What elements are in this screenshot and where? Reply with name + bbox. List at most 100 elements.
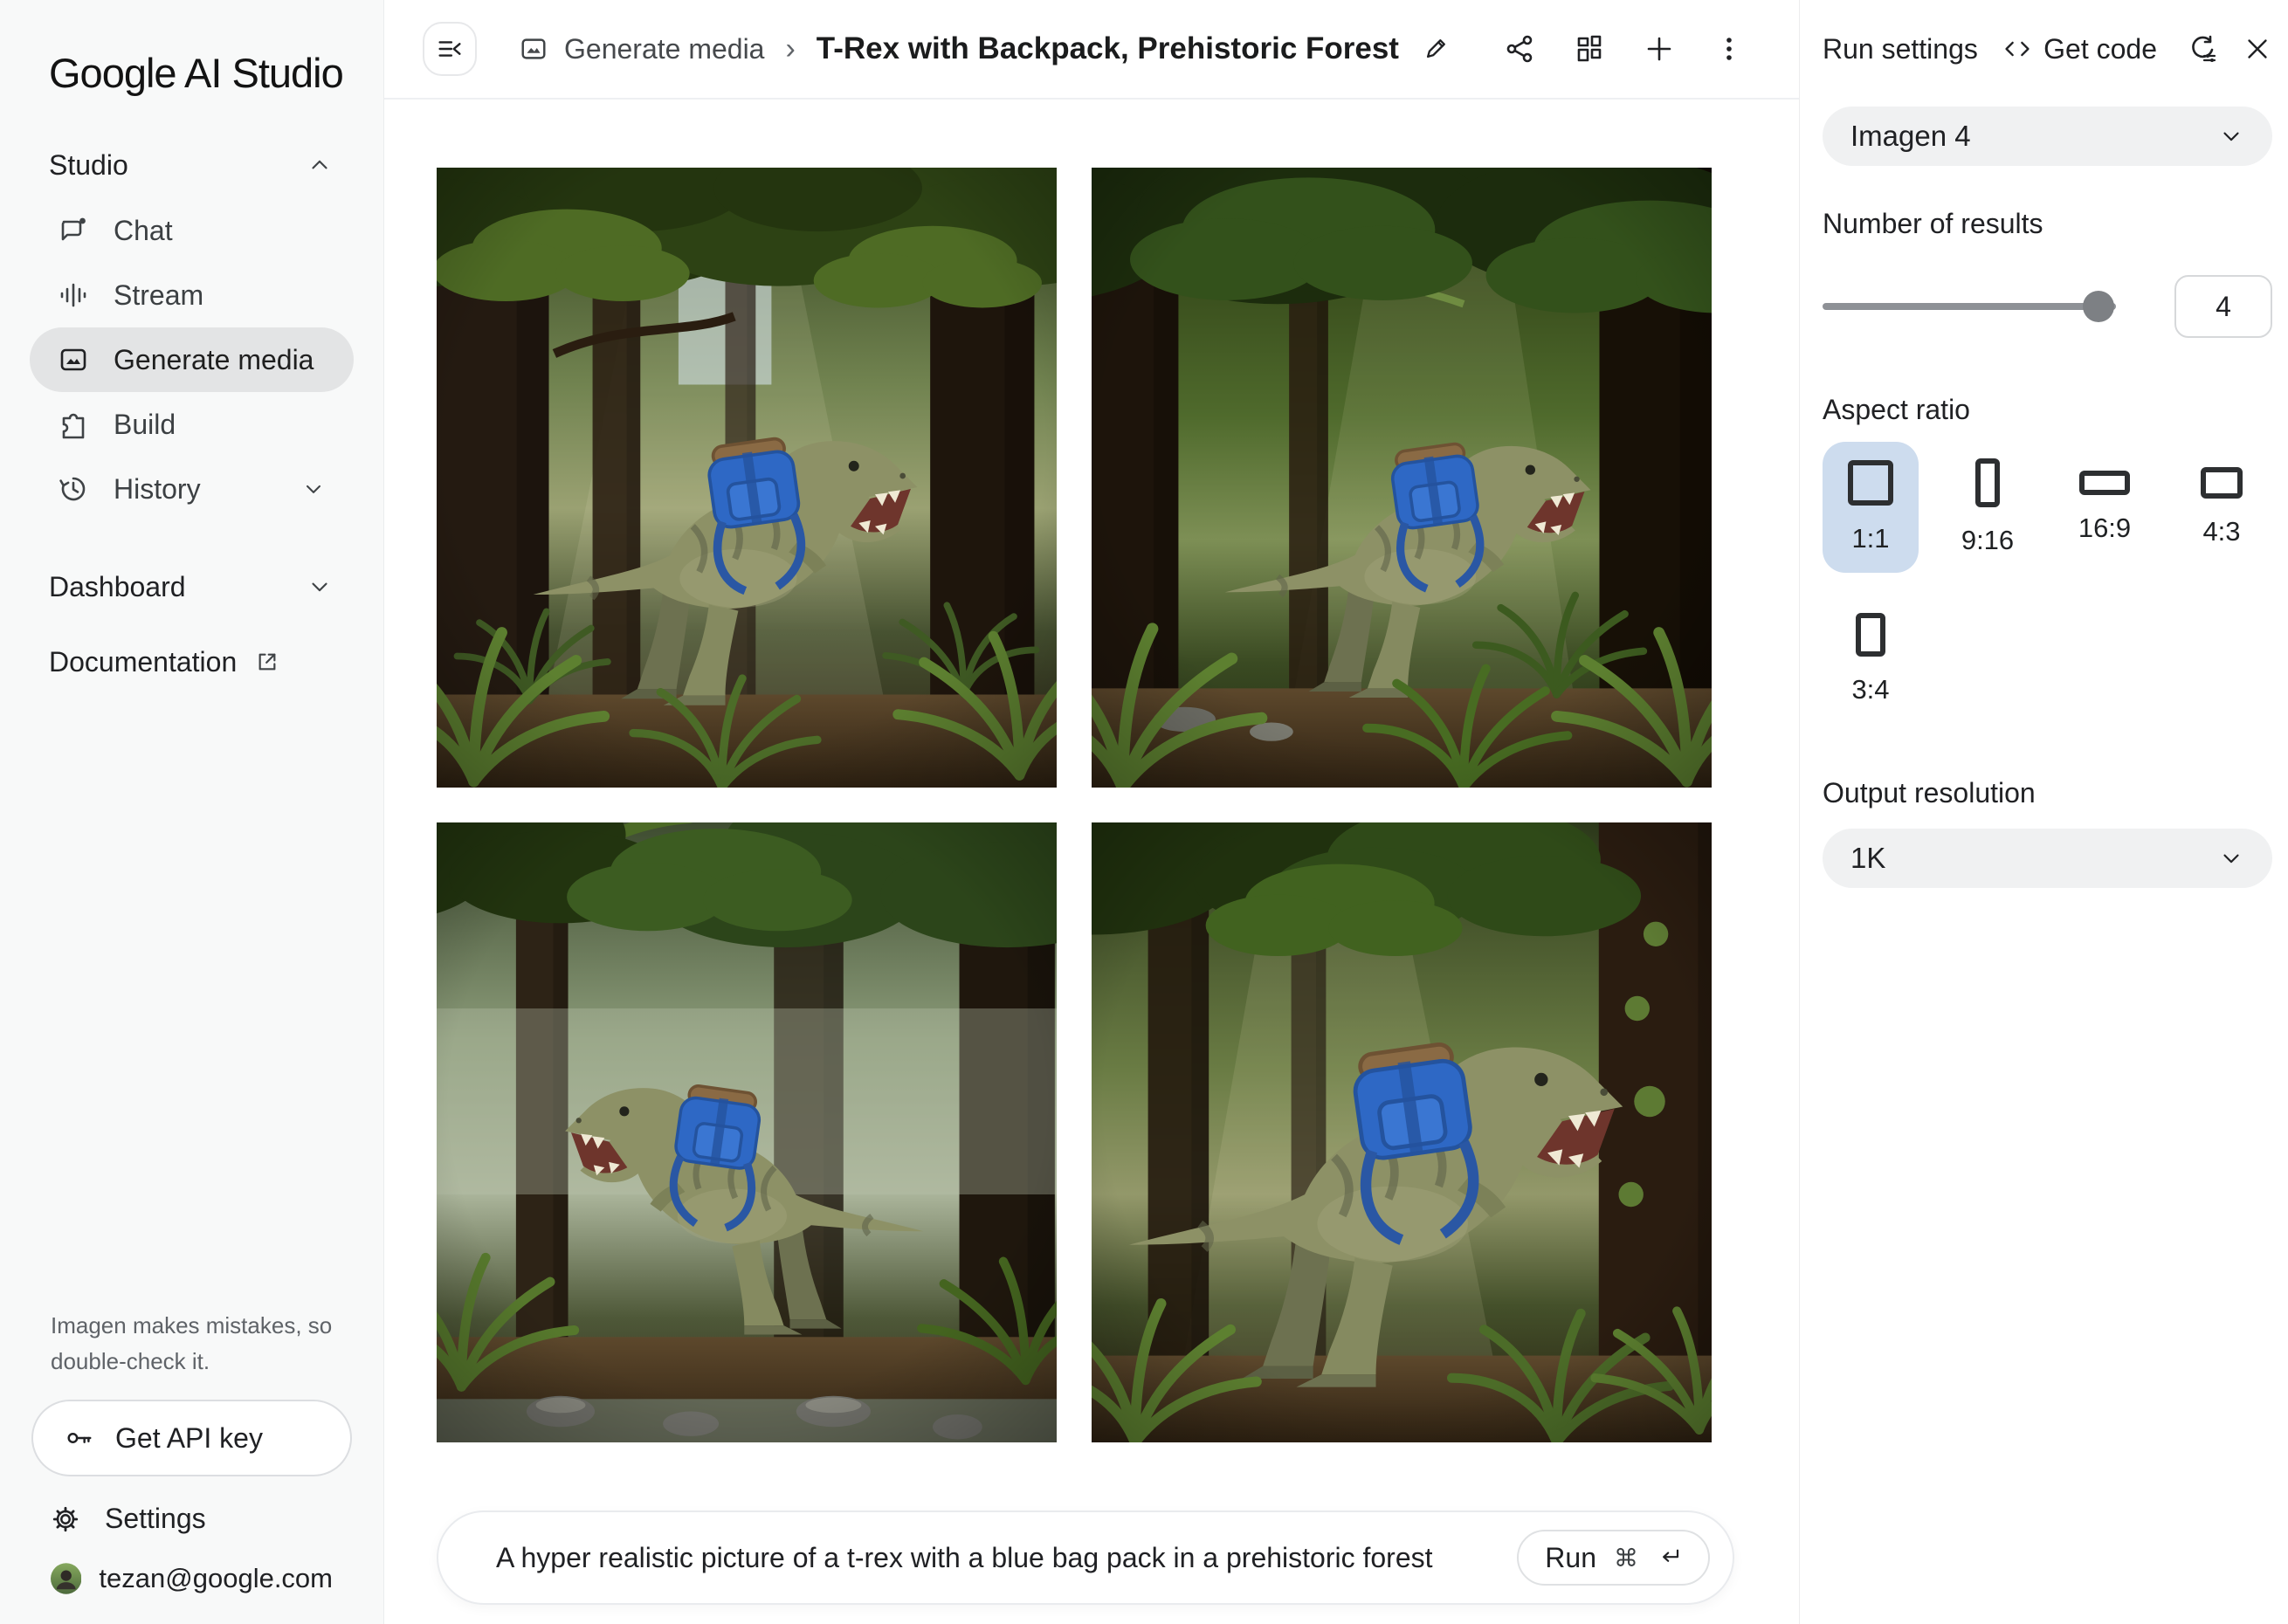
output-resolution-select[interactable]: 1K	[1823, 829, 2272, 888]
studio-section-header[interactable]: Studio	[0, 137, 383, 193]
sidebar-item-label: Chat	[114, 215, 326, 247]
close-panel-button[interactable]	[2243, 34, 2272, 64]
breadcrumb[interactable]: Generate media	[519, 33, 764, 65]
model-select[interactable]: Imagen 4	[1823, 107, 2272, 166]
aspect-ratio-3-4[interactable]: 3:4	[1823, 594, 1919, 725]
media-image-icon	[519, 34, 548, 64]
sidebar-item-history[interactable]: History	[30, 457, 354, 521]
get-code-label: Get code	[2043, 33, 2157, 65]
model-disclaimer: Imagen makes mistakes, so double-check i…	[31, 1308, 358, 1379]
reset-settings-button[interactable]	[2187, 33, 2218, 65]
number-of-results-input[interactable]	[2174, 275, 2272, 338]
tall-ratio-icon	[1856, 613, 1885, 657]
breadcrumb-label: Generate media	[564, 33, 764, 65]
number-of-results-label: Number of results	[1823, 208, 2272, 240]
run-settings-title: Run settings	[1823, 33, 2003, 65]
run-label: Run	[1545, 1542, 1596, 1574]
run-settings-panel: Run settings Get code Imagen 4 Number of…	[1799, 0, 2288, 1624]
chat-icon	[58, 215, 89, 246]
model-select-value: Imagen 4	[1850, 120, 2218, 153]
more-options-button[interactable]	[1713, 33, 1745, 65]
account-email: tezan@google.com	[99, 1563, 333, 1594]
sidebar-item-label: Generate media	[114, 344, 326, 376]
sidebar: Google AI Studio Studio Chat Stream Gene…	[0, 0, 384, 1624]
account-button[interactable]: tezan@google.com	[31, 1542, 352, 1601]
run-button[interactable]: Run ⌘	[1517, 1530, 1710, 1586]
generated-image-1[interactable]	[437, 168, 1057, 788]
run-settings-header: Run settings Get code	[1823, 0, 2272, 98]
app-logo: Google AI Studio	[0, 33, 383, 97]
media-image-icon	[58, 344, 89, 375]
square-ratio-icon	[1848, 460, 1893, 506]
collapse-sidebar-button[interactable]	[423, 22, 477, 76]
prompt-input[interactable]	[494, 1541, 1517, 1575]
get-api-key-label: Get API key	[115, 1422, 263, 1455]
share-button[interactable]	[1504, 33, 1535, 65]
landscape-ratio-icon	[2201, 467, 2243, 499]
chevron-down-icon	[301, 477, 326, 501]
settings-label: Settings	[105, 1503, 206, 1535]
share-icon	[1504, 33, 1535, 65]
generated-image-3[interactable]	[437, 822, 1057, 1442]
studio-section-label: Studio	[49, 149, 128, 182]
return-key-icon	[1656, 1545, 1682, 1571]
aspect-ratio-16-9[interactable]: 16:9	[2057, 442, 2153, 573]
slider-handle[interactable]	[2083, 291, 2114, 322]
plus-icon	[1644, 33, 1675, 65]
generated-image-2[interactable]	[1092, 168, 1712, 788]
chevron-down-icon	[2218, 845, 2244, 871]
avatar	[51, 1556, 81, 1601]
dashboard-label: Dashboard	[49, 571, 186, 603]
generated-image-grid	[437, 168, 1712, 1442]
sidebar-item-stream[interactable]: Stream	[30, 263, 354, 327]
top-bar: Generate media › T-Rex with Backpack, Pr…	[384, 0, 1799, 100]
portrait-ratio-icon	[1975, 458, 2000, 507]
topbar-actions	[1504, 33, 1745, 65]
sidebar-nav: Chat Stream Generate media Build History	[0, 193, 383, 521]
build-puzzle-icon	[58, 409, 89, 440]
sidebar-item-generate-media[interactable]: Generate media	[30, 327, 354, 392]
output-resolution-label: Output resolution	[1823, 777, 2272, 809]
history-icon	[58, 473, 89, 505]
settings-button[interactable]: Settings	[31, 1476, 352, 1542]
breadcrumb-separator: ›	[785, 32, 795, 66]
sidebar-item-label: Stream	[114, 279, 326, 312]
chevron-up-icon	[307, 152, 333, 178]
reset-settings-icon	[2187, 33, 2218, 65]
code-brackets-icon	[2003, 35, 2031, 63]
apps-grid-button[interactable]	[1574, 33, 1605, 65]
sidebar-item-chat[interactable]: Chat	[30, 198, 354, 263]
close-icon	[2243, 34, 2272, 64]
sidebar-item-documentation[interactable]: Documentation	[0, 631, 383, 692]
aspect-ratio-label: 16:9	[2078, 513, 2131, 544]
get-api-key-button[interactable]: Get API key	[31, 1400, 352, 1476]
command-key-icon: ⌘	[1614, 1544, 1638, 1572]
sidebar-footer: Imagen makes mistakes, so double-check i…	[0, 1308, 383, 1601]
kebab-menu-icon	[1713, 33, 1745, 65]
number-of-results-slider[interactable]	[1823, 303, 2116, 310]
key-icon	[65, 1423, 94, 1453]
aspect-ratio-label: 9:16	[1961, 525, 2014, 556]
aspect-ratio-1-1[interactable]: 1:1	[1823, 442, 1919, 573]
sidebar-item-label: History	[114, 473, 277, 506]
pencil-edit-icon	[1422, 35, 1450, 63]
grid-view-icon	[1574, 33, 1605, 65]
google-ai-studio-app: Google AI Studio Studio Chat Stream Gene…	[0, 0, 2288, 1624]
new-prompt-button[interactable]	[1644, 33, 1675, 65]
stream-waveform-icon	[58, 279, 89, 311]
rename-button[interactable]	[1422, 35, 1450, 63]
documentation-label: Documentation	[49, 646, 237, 678]
aspect-ratio-label: 4:3	[2202, 516, 2240, 547]
chevron-down-icon	[307, 574, 333, 600]
aspect-ratio-4-3[interactable]: 4:3	[2174, 442, 2270, 573]
get-code-button[interactable]: Get code	[2003, 33, 2157, 65]
sidebar-item-label: Build	[114, 409, 326, 441]
page-title: T-Rex with Backpack, Prehistoric Forest	[817, 31, 1399, 66]
generated-image-4[interactable]	[1092, 822, 1712, 1442]
aspect-ratio-label: 3:4	[1851, 674, 1889, 705]
aspect-ratio-label: 1:1	[1851, 523, 1889, 554]
aspect-ratio-9-16[interactable]: 9:16	[1940, 442, 2036, 573]
sidebar-item-build[interactable]: Build	[30, 392, 354, 457]
sidebar-item-dashboard[interactable]: Dashboard	[0, 556, 383, 617]
prompt-bar: Run ⌘	[437, 1510, 1734, 1605]
